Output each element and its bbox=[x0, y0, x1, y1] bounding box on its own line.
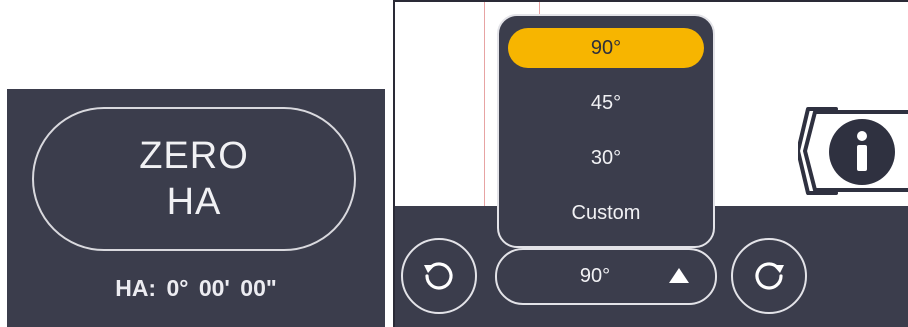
guide-line bbox=[484, 2, 485, 206]
rotate-cw-icon bbox=[755, 262, 784, 290]
angle-select-value: 90° bbox=[579, 265, 611, 287]
zero-ha-button-line1: ZERO bbox=[139, 135, 249, 177]
caret-up-icon bbox=[669, 268, 689, 283]
angle-option-45[interactable]: 45° bbox=[508, 83, 704, 123]
zero-ha-panel: ZERO HA HA: 0° 00' 00" bbox=[7, 89, 385, 327]
angle-select[interactable]: 90° bbox=[495, 248, 717, 305]
zero-ha-button-line2: HA bbox=[166, 181, 222, 223]
angle-option-custom[interactable]: Custom bbox=[508, 193, 704, 233]
rotation-panel: 90° 90° 45° 30° Custom bbox=[393, 0, 908, 327]
rotate-left-button[interactable] bbox=[401, 238, 477, 314]
angle-option-30[interactable]: 30° bbox=[508, 138, 704, 178]
panel-frame-top bbox=[393, 0, 908, 2]
rotate-right-button[interactable] bbox=[731, 238, 807, 314]
angle-option-90[interactable]: 90° bbox=[508, 28, 704, 68]
info-icon[interactable] bbox=[798, 106, 908, 196]
zero-ha-button[interactable]: ZERO HA bbox=[32, 107, 356, 251]
rotate-ccw-icon bbox=[424, 262, 453, 290]
ha-readout: HA: 0° 00' 00" bbox=[115, 275, 277, 301]
angle-dropdown-menu: 90° 45° 30° Custom bbox=[497, 14, 715, 248]
